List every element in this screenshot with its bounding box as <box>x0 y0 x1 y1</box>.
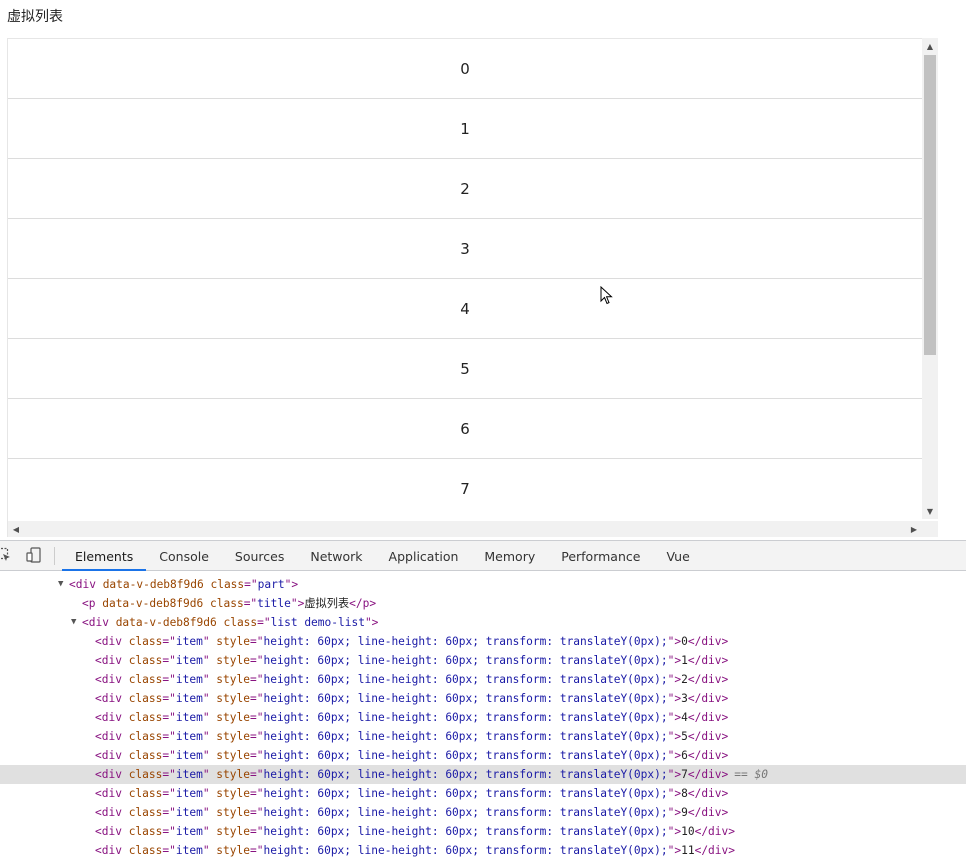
dom-node-item[interactable]: <div class="item" style="height: 60px; l… <box>0 822 966 841</box>
selected-node-marker: == $0 <box>734 768 768 781</box>
toolbar-divider <box>54 547 55 565</box>
dom-node-item[interactable]: <div class="item" style="height: 60px; l… <box>0 632 966 651</box>
dom-node-item[interactable]: <div class="item" style="height: 60px; l… <box>0 651 966 670</box>
vertical-scrollbar[interactable]: ▲ ▼ <box>922 38 938 519</box>
scroll-up-arrow-icon[interactable]: ▲ <box>922 38 938 54</box>
horizontal-scrollbar[interactable]: ◀ ▶ <box>8 521 922 537</box>
scroll-left-arrow-icon[interactable]: ◀ <box>8 521 24 537</box>
devtools-tab-performance[interactable]: Performance <box>548 541 653 571</box>
list-item[interactable]: 1 <box>8 99 922 159</box>
scroll-down-arrow-icon[interactable]: ▼ <box>922 503 938 519</box>
dom-node-item[interactable]: <div class="item" style="height: 60px; l… <box>0 727 966 746</box>
list-item[interactable]: 0 <box>8 39 922 99</box>
devtools-tab-memory[interactable]: Memory <box>471 541 548 571</box>
dom-node-item[interactable]: <div class="item" style="height: 60px; l… <box>0 670 966 689</box>
dom-node-item[interactable]: <div class="item" style="height: 60px; l… <box>0 803 966 822</box>
devtools-tab-application[interactable]: Application <box>376 541 472 571</box>
scroll-corner <box>922 521 938 537</box>
dom-node-item[interactable]: <div class="item" style="height: 60px; l… <box>0 765 966 784</box>
vertical-scroll-thumb[interactable] <box>924 55 936 355</box>
devtools-tab-network[interactable]: Network <box>297 541 375 571</box>
list-item[interactable]: 6 <box>8 399 922 459</box>
list-viewport[interactable]: 01234567 <box>8 39 922 518</box>
list-item[interactable]: 4 <box>8 279 922 339</box>
dom-node-list[interactable]: ▼ <div data-v-deb8f9d6 class="list demo-l… <box>0 613 966 632</box>
devtools-panel: Elements Console Sources Network Application… <box>0 540 966 857</box>
device-toolbar-icon[interactable] <box>26 547 42 563</box>
dom-node-item[interactable]: <div class="item" style="height: 60px; l… <box>0 746 966 765</box>
dom-node-part[interactable]: ▼ <div data-v-deb8f9d6 class="part"> <box>0 575 966 594</box>
dom-node-item[interactable]: <div class="item" style="height: 60px; l… <box>0 841 966 860</box>
devtools-tab-sources[interactable]: Sources <box>222 541 297 571</box>
page-title: 虚拟列表 <box>7 9 63 25</box>
devtools-tab-console[interactable]: Console <box>146 541 222 571</box>
dom-node-title[interactable]: <p data-v-deb8f9d6 class="title">虚拟列表</p… <box>0 594 966 613</box>
devtools-tab-vue[interactable]: Vue <box>653 541 702 571</box>
list-item[interactable]: 2 <box>8 159 922 219</box>
dom-node-item[interactable]: <div class="item" style="height: 60px; l… <box>0 708 966 727</box>
dom-node-item[interactable]: <div class="item" style="height: 60px; l… <box>0 784 966 803</box>
inspect-element-icon[interactable] <box>0 547 12 563</box>
scroll-right-arrow-icon[interactable]: ▶ <box>906 521 922 537</box>
devtools-tabs: Elements Console Sources Network Application… <box>62 541 703 571</box>
list-item[interactable]: 3 <box>8 219 922 279</box>
devtools-tab-elements[interactable]: Elements <box>62 541 147 571</box>
list-item[interactable]: 7 <box>8 459 922 518</box>
devtools-toolbar: Elements Console Sources Network Application… <box>0 540 966 571</box>
elements-dom-tree: ▼ <div data-v-deb8f9d6 class="part"> <p d… <box>0 575 966 860</box>
collapse-triangle-icon[interactable]: ▼ <box>58 575 63 594</box>
virtual-list[interactable]: 01234567 <box>7 38 938 537</box>
collapse-triangle-icon[interactable]: ▼ <box>71 613 76 632</box>
mouse-cursor-icon <box>600 286 613 305</box>
dom-node-item[interactable]: <div class="item" style="height: 60px; l… <box>0 689 966 708</box>
list-item[interactable]: 5 <box>8 339 922 399</box>
